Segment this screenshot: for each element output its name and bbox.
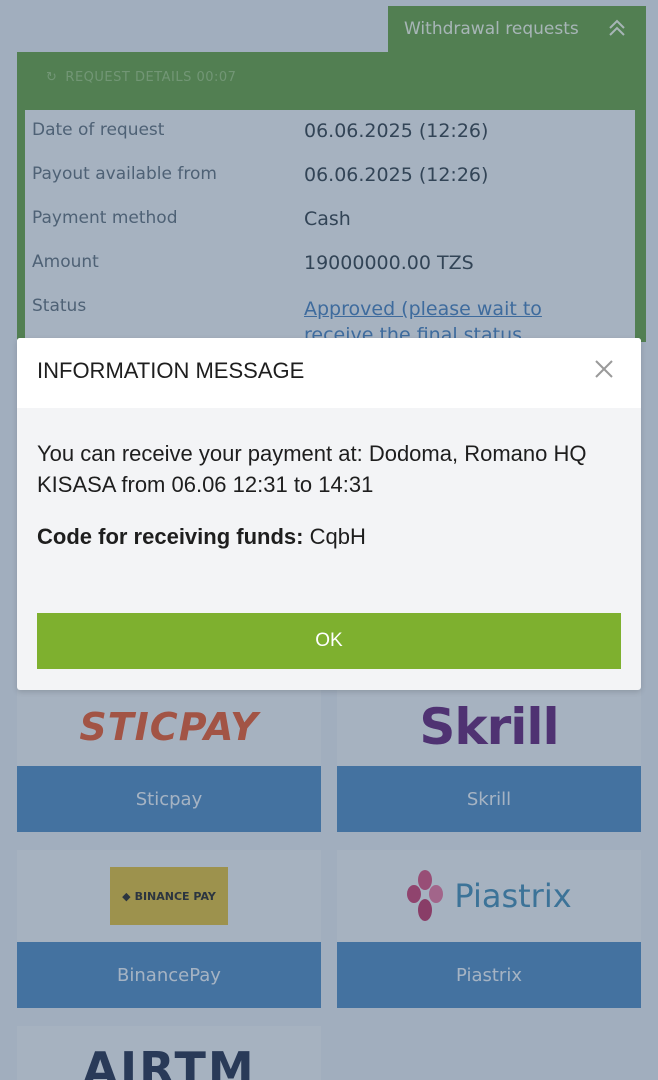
dialog-message: You can receive your payment at: Dodoma,… bbox=[37, 441, 587, 497]
information-dialog: INFORMATION MESSAGE You can receive your… bbox=[17, 338, 641, 690]
dialog-header: INFORMATION MESSAGE bbox=[17, 338, 641, 408]
code-value: CqbH bbox=[309, 524, 366, 549]
code-label: Code for receiving funds: bbox=[37, 524, 304, 549]
dialog-title: INFORMATION MESSAGE bbox=[37, 358, 305, 383]
ok-button[interactable]: OK bbox=[37, 613, 621, 669]
close-icon[interactable] bbox=[593, 358, 615, 380]
receiving-code: Code for receiving funds: CqbH bbox=[37, 524, 366, 550]
